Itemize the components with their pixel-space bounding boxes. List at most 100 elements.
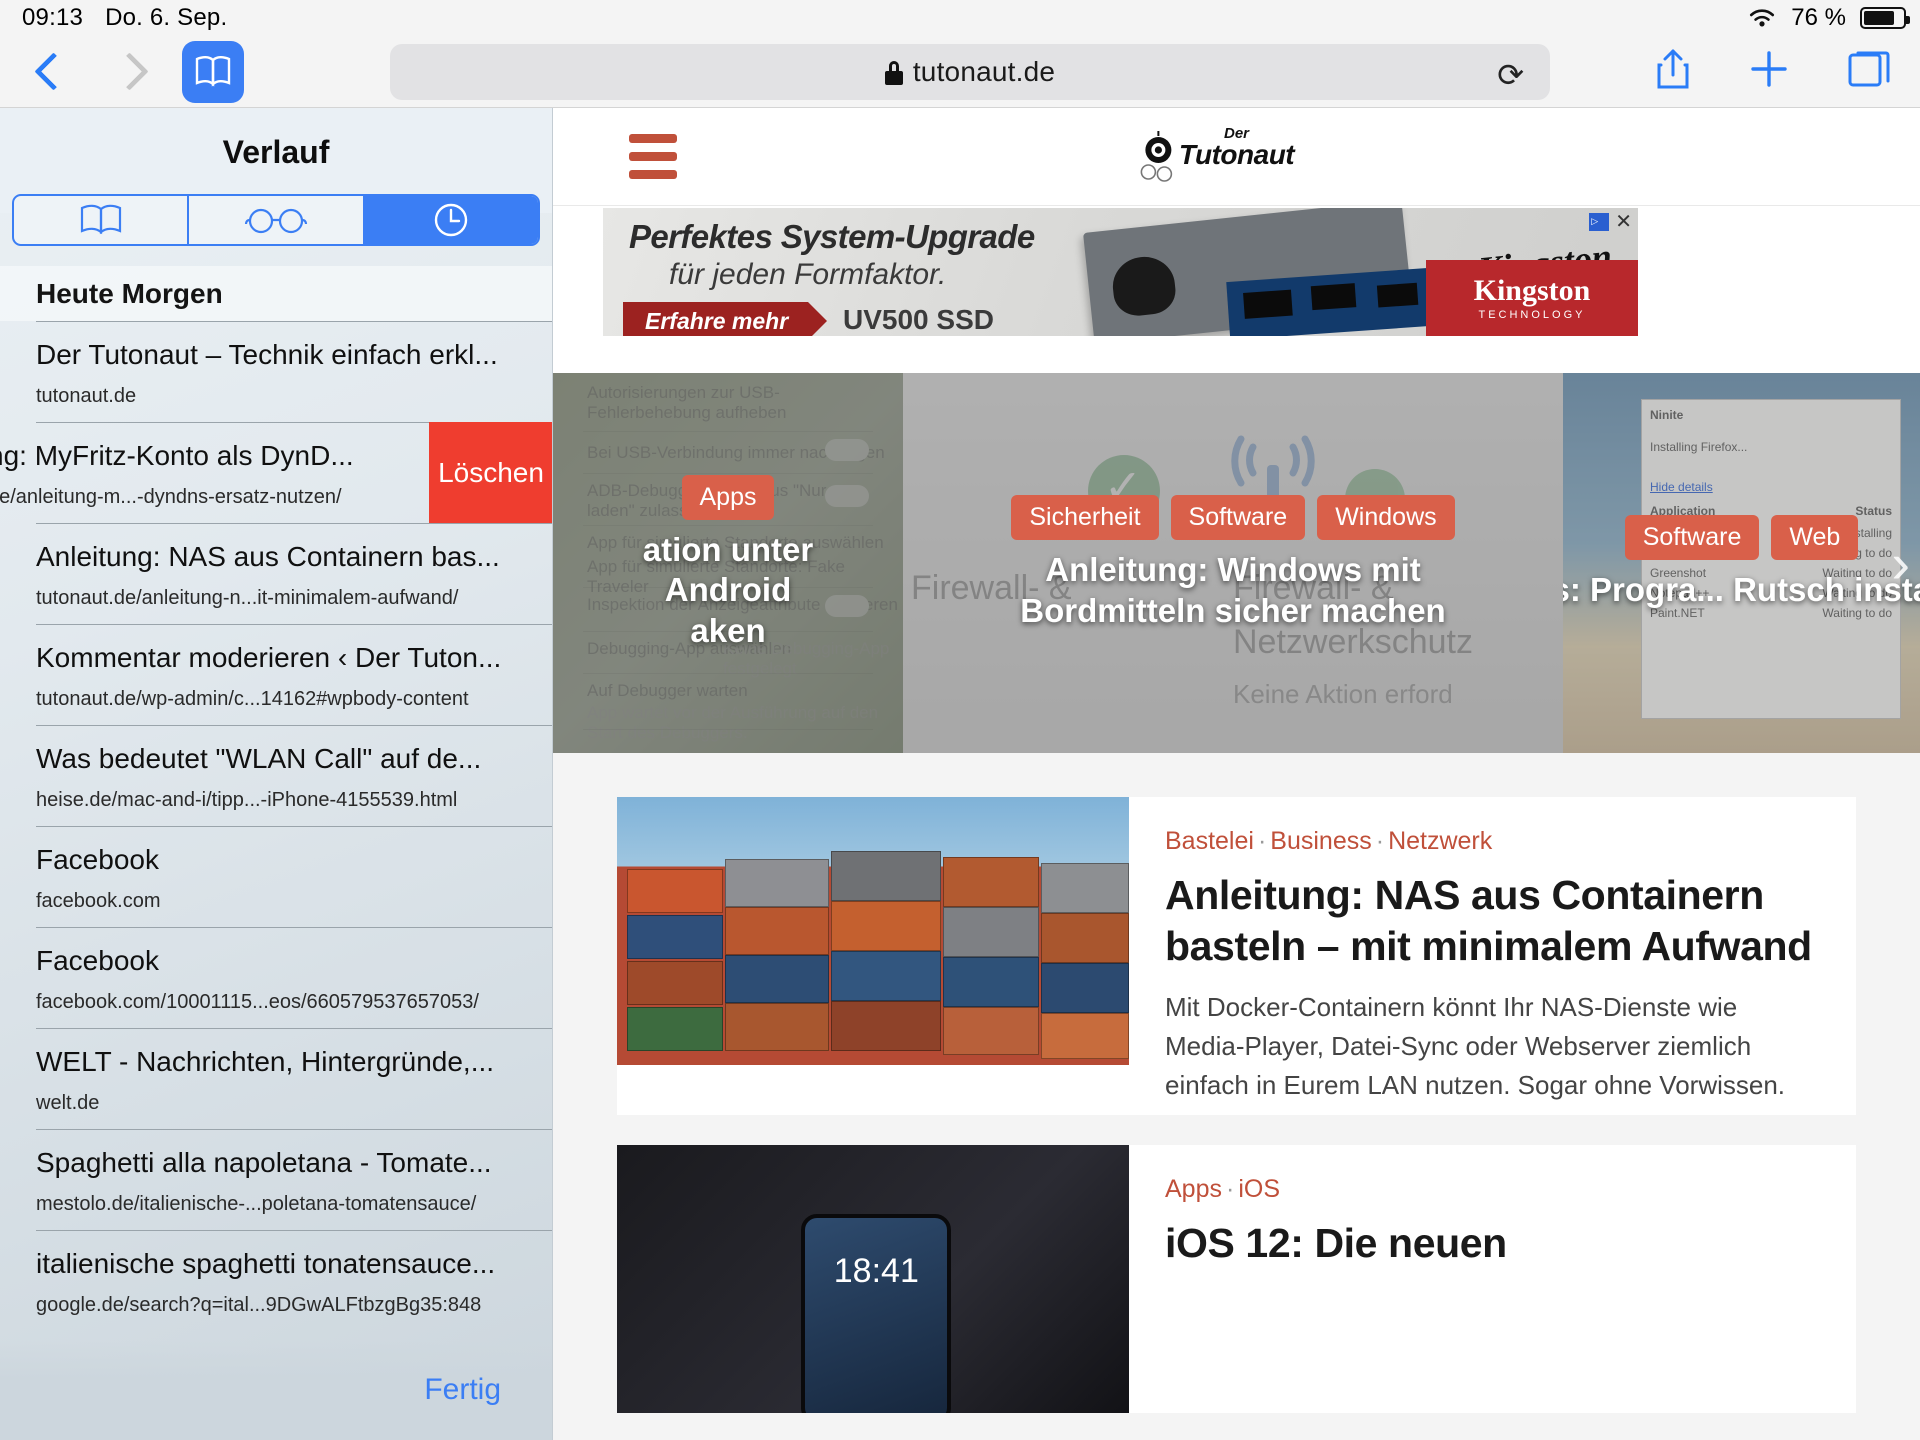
history-item-url: heise.de/mac-and-i/tipp...-iPhone-415553… [36, 786, 553, 814]
history-item-url: welt.de [36, 1089, 553, 1117]
segment-history[interactable] [365, 196, 538, 244]
sidebar-segmented-control[interactable] [12, 194, 540, 246]
history-item-url: facebook.com [36, 887, 553, 915]
carousel-slide-1[interactable]: Autorisierungen zur USB-Fehlerbehebung a… [553, 373, 903, 753]
book-icon [78, 203, 124, 237]
carousel-next-icon[interactable]: › [1891, 531, 1910, 596]
history-item-title: Kommentar moderieren ‹ Der Tuton... [36, 638, 553, 678]
list-item[interactable]: Facebook facebook.com/10001115...eos/660… [0, 927, 553, 1028]
history-item-title: Facebook [36, 840, 553, 880]
delete-button[interactable]: Löschen [429, 422, 553, 523]
url-text: tutonaut.de [885, 56, 1055, 88]
article-title[interactable]: iOS 12: Die neuen [1165, 1218, 1820, 1269]
lock-icon [885, 61, 903, 85]
featured-carousel[interactable]: Autorisierungen zur USB-Fehlerbehebung a… [553, 373, 1920, 753]
reload-icon[interactable]: ⟳ [1497, 56, 1524, 94]
slide-title[interactable]: ation unter Android aken [553, 530, 903, 651]
slide-tags: Apps [682, 475, 775, 520]
tag[interactable]: Software [1625, 515, 1760, 560]
history-item-title: Was bedeutet "WLAN Call" auf de... [36, 739, 553, 779]
segment-reading-list[interactable] [189, 196, 364, 244]
tag[interactable]: Sicherheit [1011, 495, 1158, 540]
history-item-title: WELT - Nachrichten, Hintergründe,... [36, 1042, 553, 1082]
tag[interactable]: Web [1771, 515, 1858, 560]
category-link[interactable]: Netzwerk [1388, 827, 1492, 855]
done-button[interactable]: Fertig [424, 1373, 501, 1407]
list-item[interactable]: Anleitung: NAS aus Containern bas... tut… [0, 523, 553, 624]
history-item-title: Facebook [36, 941, 553, 981]
toolbar-actions [1656, 48, 1890, 95]
new-tab-button[interactable] [1750, 50, 1788, 93]
history-section-header: Heute Morgen [0, 266, 553, 321]
tag[interactable]: Apps [682, 475, 775, 520]
article-thumbnail [617, 797, 1129, 1065]
list-item-swiped[interactable]: ng: MyFritz-Konto als DynD... de/anleitu… [0, 422, 553, 523]
list-item[interactable]: Spaghetti alla napoletana - Tomate... me… [0, 1129, 553, 1230]
hamburger-menu-icon[interactable] [629, 134, 677, 188]
ad-subheadline: für jeden Formfaktor. [669, 258, 946, 292]
slide-title[interactable]: Anleitung: Windows mit Bordmitteln siche… [953, 550, 1513, 631]
ad-product-name: UV500 SSD [843, 304, 994, 336]
history-list[interactable]: Heute Morgen Der Tutonaut – Technik einf… [0, 266, 553, 1440]
glasses-icon [244, 205, 308, 235]
article-categories: Bastelei·Business·Netzwerk [1165, 827, 1820, 856]
phone-lockscreen-time: 18:41 [834, 1252, 919, 1291]
history-item-title: Anleitung: NAS aus Containern bas... [36, 537, 553, 577]
ad-brand-logo: Kingston TECHNOLOGY [1426, 260, 1638, 336]
list-item[interactable]: WELT - Nachrichten, Hintergründe,... wel… [0, 1028, 553, 1129]
adchoices-icon[interactable] [1589, 213, 1609, 231]
article-card[interactable]: Bastelei·Business·Netzwerk Anleitung: NA… [617, 797, 1856, 1115]
list-item[interactable]: Kommentar moderieren ‹ Der Tuton... tuto… [0, 624, 553, 725]
tutonaut-robot-icon [1135, 130, 1181, 186]
ad-controls: ✕ [1589, 212, 1632, 232]
tag[interactable]: Windows [1317, 495, 1454, 540]
site-header: Der Tutonaut [553, 108, 1920, 206]
history-sidebar: Verlauf Heute Morgen [0, 108, 553, 1440]
browser-toolbar: tutonaut.de ⟳ [0, 36, 1920, 108]
battery-icon [1860, 7, 1906, 29]
sidebar-title: Verlauf [0, 134, 552, 171]
category-link[interactable]: Apps [1165, 1175, 1222, 1203]
forward-button[interactable] [112, 50, 138, 94]
history-item-url: mestolo.de/italienische-...poletana-toma… [36, 1190, 553, 1218]
address-bar[interactable]: tutonaut.de ⟳ [390, 44, 1550, 100]
carousel-slide-3[interactable]: Ninite Installing Firefox... Hide detail… [1563, 373, 1920, 753]
wifi-icon [1747, 7, 1777, 29]
list-item[interactable]: Der Tutonaut – Technik einfach erkl... t… [0, 321, 553, 422]
category-link[interactable]: Business [1270, 827, 1371, 855]
ad-brand-tagline: TECHNOLOGY [1478, 309, 1585, 321]
history-item-title: italienische spaghetti tonatensauce... [36, 1244, 553, 1284]
web-content: Der Tutonaut Perfektes System-Upgrade fü… [553, 108, 1920, 1440]
tag[interactable]: Software [1171, 495, 1306, 540]
segment-bookmarks[interactable] [14, 196, 189, 244]
url-value: tutonaut.de [913, 56, 1055, 87]
nav-arrows [0, 50, 138, 94]
phone-screen: 18:41 [801, 1214, 951, 1412]
status-bar: 09:13 Do. 6. Sep. 76 % [0, 0, 1920, 36]
list-item[interactable]: italienische spaghetti tonatensauce... g… [0, 1230, 553, 1331]
article-card[interactable]: 18:41 Apps·iOS iOS 12: Die neuen [617, 1145, 1856, 1413]
category-link[interactable]: iOS [1238, 1175, 1280, 1203]
list-item[interactable]: Facebook facebook.com [0, 826, 553, 927]
ad-headline: Perfektes System-Upgrade [629, 218, 1035, 256]
carousel-slide-2[interactable]: Firewall- & Firewall- & Netzwerkschutz K… [903, 373, 1563, 753]
history-item-title: Spaghetti alla napoletana - Tomate... [36, 1143, 553, 1183]
list-item[interactable]: Was bedeutet "WLAN Call" auf de... heise… [0, 725, 553, 826]
article-list: Bastelei·Business·Netzwerk Anleitung: NA… [553, 753, 1920, 1440]
close-icon[interactable]: ✕ [1615, 212, 1632, 232]
status-bar-left: 09:13 Do. 6. Sep. [0, 4, 227, 32]
show-tabs-button[interactable] [1848, 49, 1890, 94]
share-button[interactable] [1656, 48, 1690, 95]
status-bar-right: 76 % [1747, 4, 1920, 32]
history-item-url: tutonaut.de/wp-admin/c...14162#wpbody-co… [36, 685, 553, 713]
back-button[interactable] [36, 50, 62, 94]
article-title[interactable]: Anleitung: NAS aus Containern basteln – … [1165, 870, 1820, 972]
ad-cta-button[interactable]: Erfahre mehr [623, 302, 808, 336]
site-logo[interactable]: Der Tutonaut [1179, 126, 1294, 169]
kingston-ad-banner[interactable]: Perfektes System-Upgrade für jeden Formf… [603, 208, 1638, 336]
slide-title[interactable]: Windows: Progra... Rutsch installieren u [1563, 570, 1920, 610]
article-thumbnail: 18:41 [617, 1145, 1129, 1413]
ad-brand-name: Kingston [1474, 276, 1591, 306]
category-link[interactable]: Bastelei [1165, 827, 1254, 855]
bookmarks-button[interactable] [182, 41, 244, 103]
